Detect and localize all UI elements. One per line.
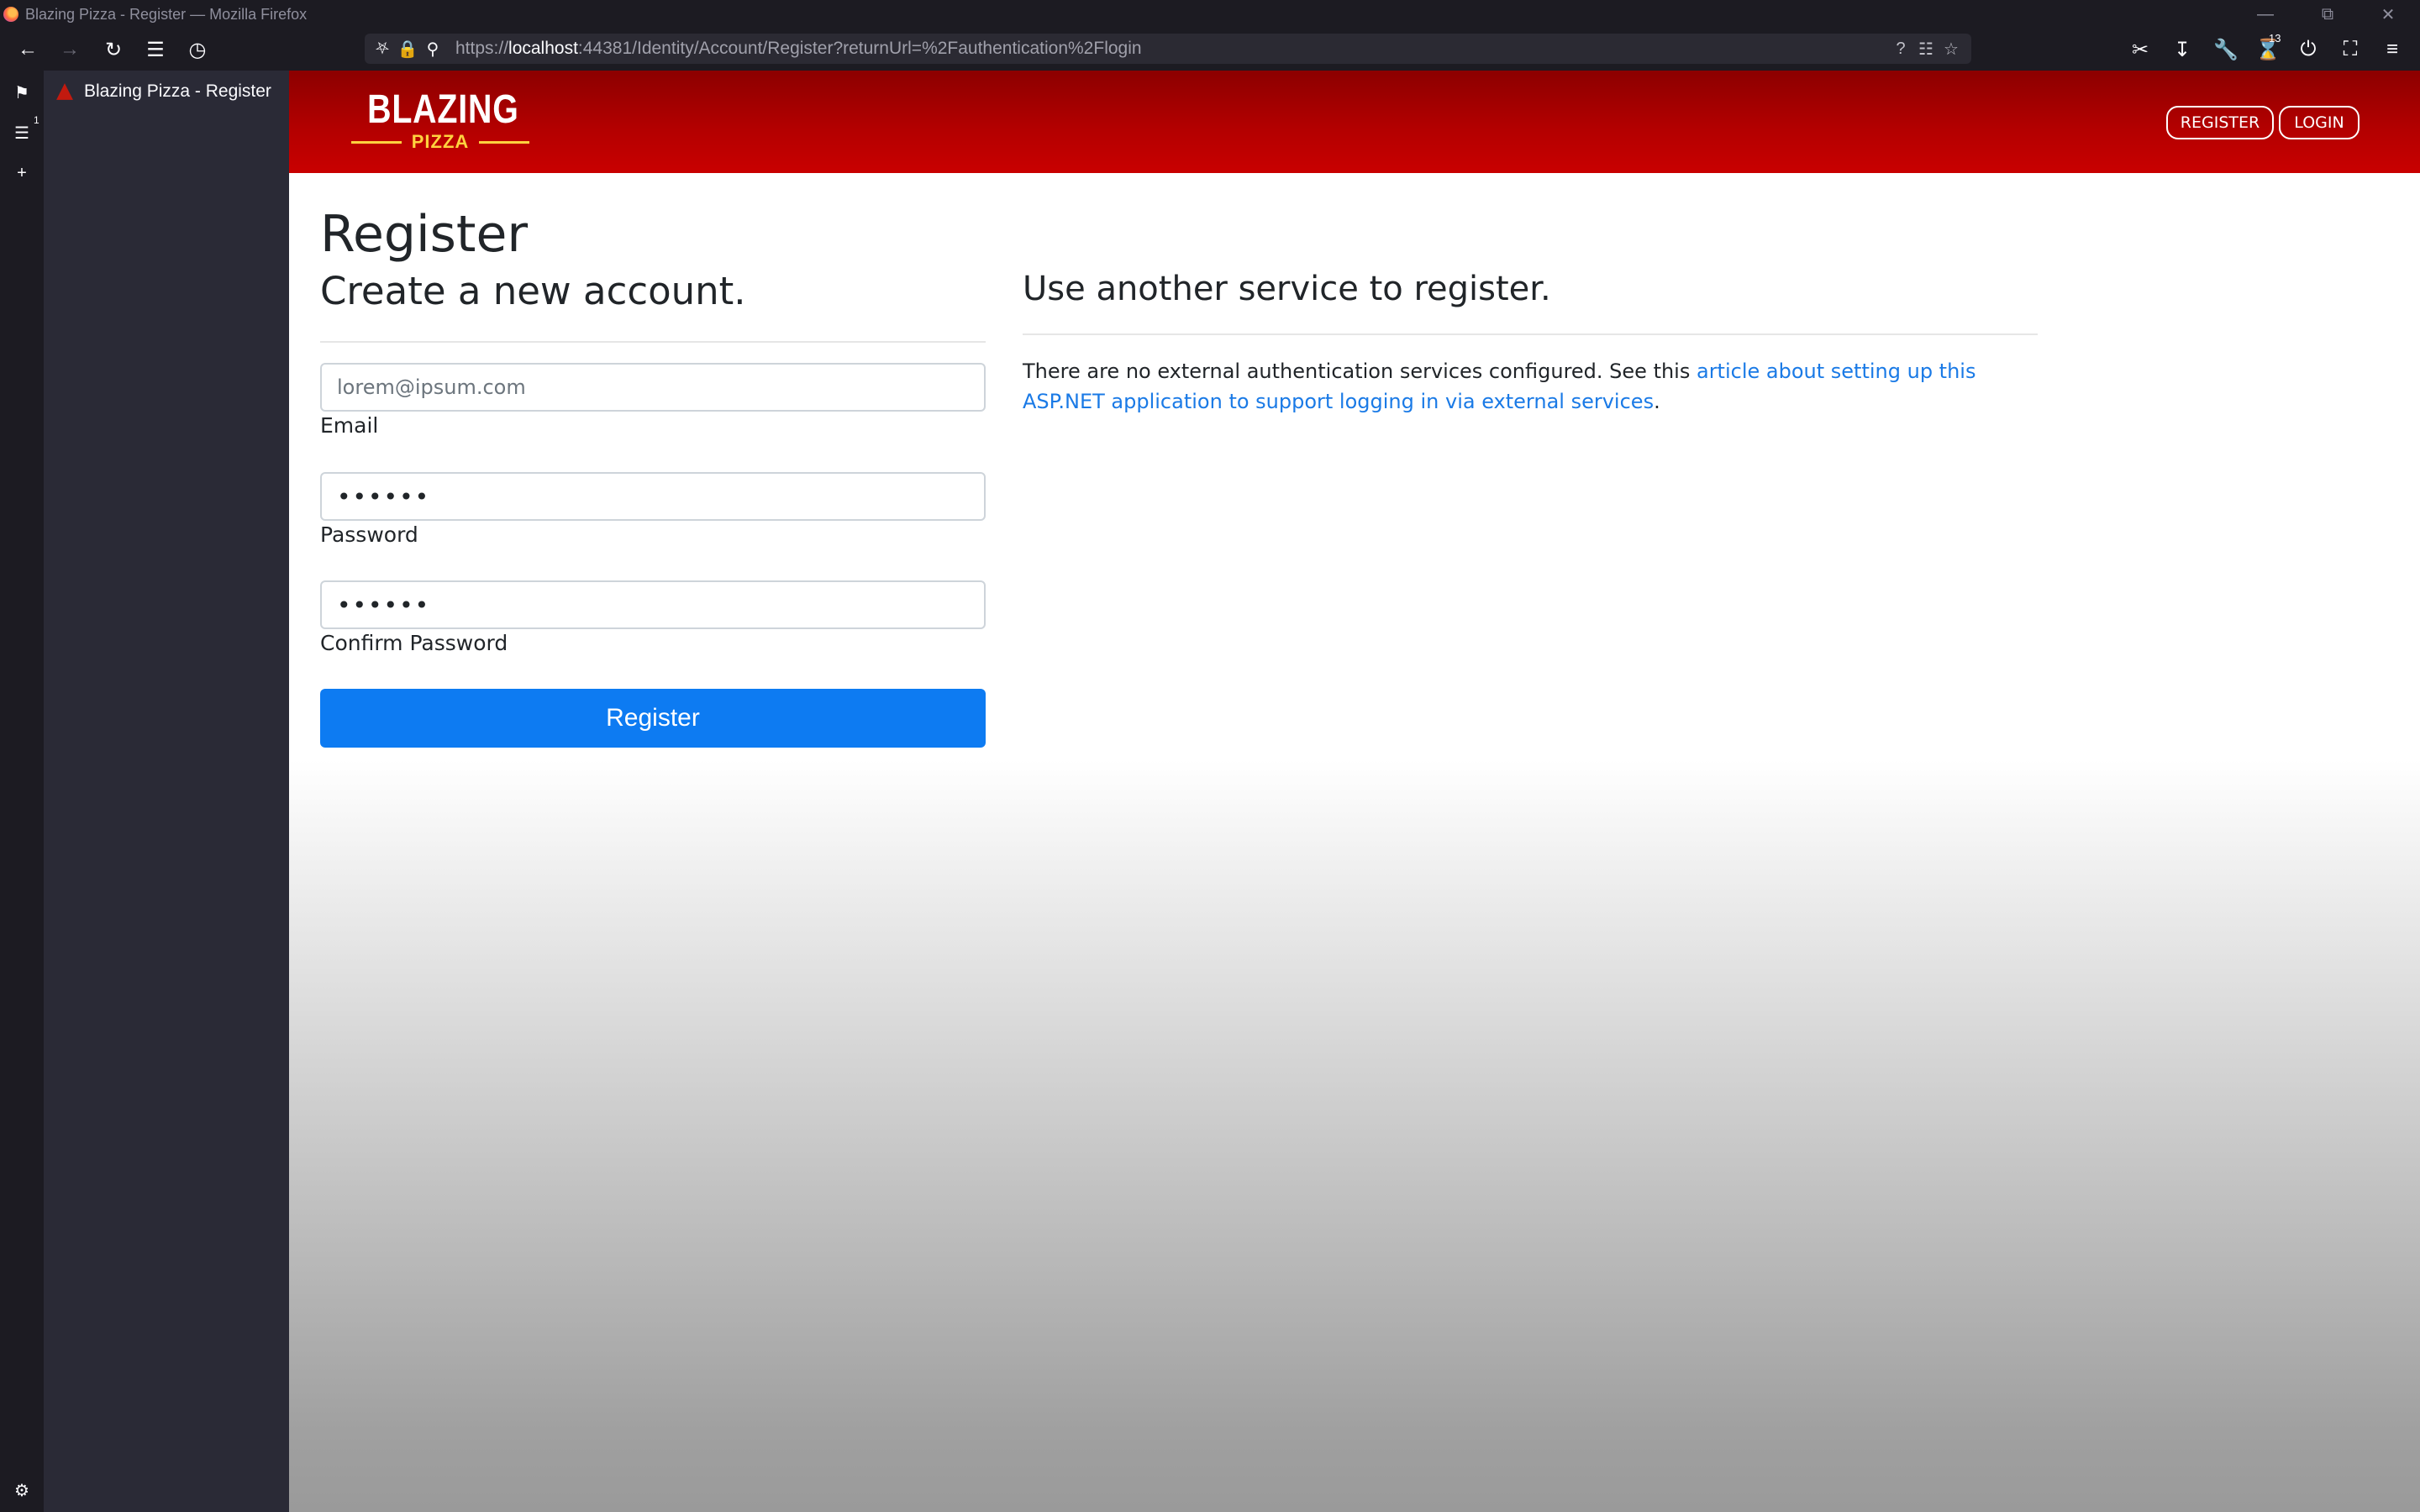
site-header: BLAZING PIZZA REGISTER LOGIN	[289, 71, 2420, 173]
external-text-before: There are no external authentication ser…	[1023, 360, 1697, 383]
extensions-puzzle-icon[interactable]: ⛶	[2336, 35, 2365, 64]
wrench-icon[interactable]: 🔧	[2212, 35, 2240, 64]
tab-blazing-pizza-register[interactable]: Blazing Pizza - Register	[50, 76, 286, 108]
window-titlebar: Blazing Pizza - Register — Mozilla Firef…	[0, 0, 2420, 29]
firefox-logo-icon	[3, 7, 18, 22]
settings-gear-icon[interactable]: ⚙	[10, 1478, 34, 1502]
forward-icon[interactable]: →	[55, 35, 84, 64]
register-submit-button[interactable]: Register	[320, 689, 986, 748]
window-title: Blazing Pizza - Register — Mozilla Firef…	[25, 5, 308, 23]
bookmark-star-icon[interactable]: ☆	[1941, 39, 1961, 59]
key-icon[interactable]: ⚲	[424, 39, 442, 59]
bookmarks-sidebar-icon[interactable]: ⚑	[10, 81, 34, 104]
vertical-tabs-panel: Blazing Pizza - Register	[44, 71, 289, 1512]
logo-sub-row: PIZZA	[351, 131, 529, 153]
screenshot-icon[interactable]: ✂	[2126, 35, 2154, 64]
external-services-heading: Use another service to register.	[1023, 270, 1551, 308]
url-text[interactable]: https://localhost:44381/Identity/Account…	[455, 39, 1142, 59]
logo-main-text: BLAZING	[367, 87, 519, 132]
minimize-icon[interactable]: —	[2237, 0, 2294, 29]
logo-divider	[479, 140, 529, 144]
reload-icon[interactable]: ↻	[99, 35, 128, 64]
power-icon[interactable]: ⏻	[2294, 35, 2323, 64]
logo-sub-text: PIZZA	[411, 131, 470, 152]
library-icon[interactable]: ☰	[141, 35, 170, 64]
browser-toolbar: ← → ↻ ☰ ◷ ⛧ 🔒 ⚲ https://localhost:44381/…	[0, 29, 2420, 71]
external-text-after: .	[1654, 390, 1660, 413]
translate-icon[interactable]: ☷	[1916, 39, 1936, 59]
extension-badge-count: 13	[2269, 32, 2281, 45]
back-icon[interactable]: ←	[13, 35, 42, 64]
confirm-password-field[interactable]: ••••••	[320, 580, 986, 629]
tabs-count-badge: 1	[34, 114, 39, 126]
page-title: Register	[320, 205, 529, 264]
external-services-text: There are no external authentication ser…	[1023, 356, 2031, 417]
logo-divider	[351, 140, 402, 144]
password-label: Password	[320, 522, 418, 547]
tab-label: Blazing Pizza - Register	[84, 81, 271, 101]
add-icon[interactable]: +	[10, 161, 34, 185]
email-label: Email	[320, 413, 379, 438]
lock-icon[interactable]: 🔒	[397, 39, 418, 59]
close-window-icon[interactable]: ✕	[2360, 0, 2417, 29]
app-menu-icon[interactable]: ≡	[2378, 35, 2407, 64]
help-icon[interactable]: ?	[1891, 39, 1911, 59]
header-login-button[interactable]: LOGIN	[2279, 106, 2360, 139]
email-field[interactable]: lorem@ipsum.com	[320, 363, 986, 412]
tabs-list-icon[interactable]: ☰	[10, 121, 34, 144]
divider	[1023, 333, 2038, 335]
restore-icon[interactable]: ⧉	[2299, 0, 2356, 29]
url-bar[interactable]: ⛧ 🔒 ⚲ https://localhost:44381/Identity/A…	[365, 34, 1971, 64]
divider	[320, 341, 986, 343]
downloads-icon[interactable]: ↧	[2168, 35, 2196, 64]
tracking-protection-shield-icon[interactable]: ⛧	[373, 39, 392, 58]
create-account-heading: Create a new account.	[320, 269, 746, 313]
pizza-favicon-icon	[56, 83, 73, 100]
header-register-button[interactable]: REGISTER	[2166, 106, 2274, 139]
history-icon[interactable]: ◷	[183, 35, 212, 64]
password-field[interactable]: ••••••	[320, 472, 986, 521]
sidebar-icon-strip: ⚑ ☰ 1 + ⚙	[0, 71, 44, 1512]
blazing-pizza-logo[interactable]: BLAZING PIZZA	[351, 89, 529, 156]
web-page: BLAZING PIZZA REGISTER LOGIN Register Cr…	[289, 71, 2420, 1512]
confirm-password-label: Confirm Password	[320, 631, 508, 655]
